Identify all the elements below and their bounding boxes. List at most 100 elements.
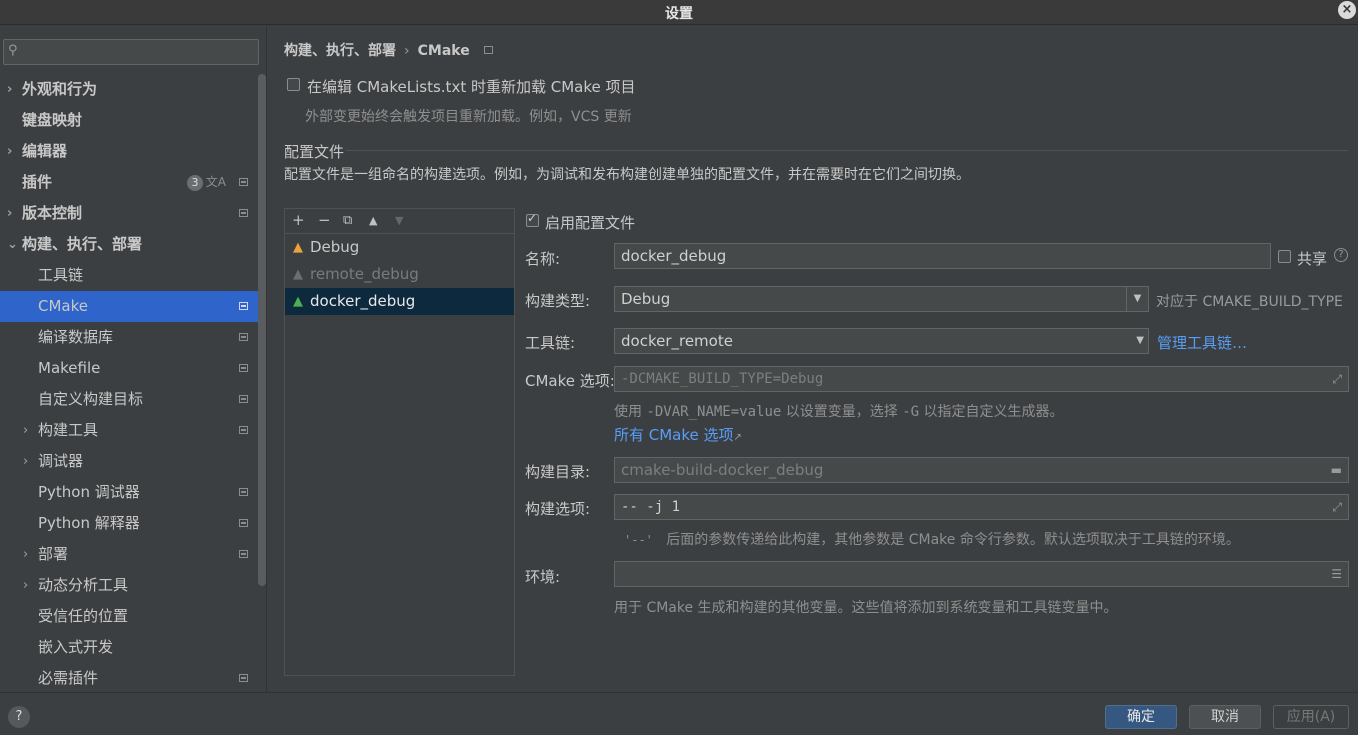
- environment-label: 环境:: [525, 568, 561, 586]
- updates-count-badge: 3: [187, 175, 203, 191]
- sidebar-item-compilation-db[interactable]: 编译数据库: [0, 322, 258, 353]
- sidebar-item-editor[interactable]: › 编辑器: [0, 136, 258, 167]
- build-options-field[interactable]: -- -j 1 ⤢: [614, 494, 1349, 520]
- environment-field[interactable]: ☰: [614, 561, 1349, 587]
- chevron-right-icon[interactable]: ›: [7, 74, 12, 105]
- hint-text: 使用: [614, 404, 642, 420]
- name-field[interactable]: docker_debug: [614, 243, 1271, 269]
- sidebar-item-label: 部署: [38, 545, 69, 563]
- reload-on-edit-checkbox[interactable]: [287, 78, 300, 91]
- sidebar-item-python-debugger[interactable]: Python 调试器: [0, 477, 258, 508]
- sidebar-item-label: 编辑器: [22, 142, 68, 160]
- search-input[interactable]: ⚲: [3, 39, 259, 65]
- sidebar-item-label: 外观和行为: [22, 80, 98, 98]
- build-type-label: 构建类型:: [525, 292, 591, 310]
- sidebar-item-cmake[interactable]: CMake: [0, 291, 258, 322]
- settings-sidebar: ⚲ › 外观和行为 键盘映射 › 编辑器 插件 3 文A › 版本控制 ⌄ 构建…: [0, 26, 267, 692]
- profile-name: Debug: [310, 238, 360, 256]
- sidebar-item-python-interpreter[interactable]: Python 解释器: [0, 508, 258, 539]
- sidebar-item-build[interactable]: ⌄ 构建、执行、部署: [0, 229, 258, 260]
- sidebar-item-build-tools[interactable]: › 构建工具: [0, 415, 258, 446]
- profile-name: docker_debug: [310, 292, 416, 310]
- breadcrumb-separator: ›: [404, 43, 410, 59]
- link-text: 所有 CMake 选项: [614, 426, 734, 444]
- copy-icon[interactable]: ⧉: [343, 213, 352, 228]
- all-cmake-options-link[interactable]: 所有 CMake 选项↗: [614, 424, 742, 445]
- profile-item-debug[interactable]: ▲ Debug: [285, 234, 514, 261]
- chevron-down-icon[interactable]: ⌄: [7, 229, 18, 260]
- chevron-right-icon[interactable]: ›: [7, 198, 12, 229]
- manage-toolchains-link[interactable]: 管理工具链…: [1157, 332, 1247, 353]
- sidebar-item-embedded[interactable]: 嵌入式开发: [0, 632, 258, 663]
- profile-item-remote-debug[interactable]: ▲ remote_debug: [285, 261, 514, 288]
- expand-icon[interactable]: ⤢: [1332, 367, 1342, 391]
- build-dir-field[interactable]: cmake-build-docker_debug ▬: [614, 457, 1349, 483]
- add-icon[interactable]: +: [292, 211, 305, 229]
- chevron-right-icon[interactable]: ›: [7, 136, 12, 167]
- build-type-combo[interactable]: Debug ▼: [614, 286, 1149, 312]
- folder-icon[interactable]: ▬: [1331, 458, 1342, 482]
- sidebar-scrollbar[interactable]: [258, 74, 266, 586]
- apply-button[interactable]: 应用(A): [1273, 705, 1349, 729]
- breadcrumb-parent[interactable]: 构建、执行、部署: [284, 43, 396, 59]
- project-settings-icon: [239, 364, 248, 372]
- chevron-right-icon[interactable]: ›: [23, 415, 28, 446]
- profiles-section-title: 配置文件: [284, 143, 345, 161]
- sidebar-item-makefile[interactable]: Makefile: [0, 353, 258, 384]
- title-bar: 设置 ×: [0, 0, 1358, 25]
- sidebar-item-keymap[interactable]: 键盘映射: [0, 105, 258, 136]
- sidebar-item-trusted-locations[interactable]: 受信任的位置: [0, 601, 258, 632]
- toolchain-combo[interactable]: docker_remote ▼: [614, 328, 1149, 354]
- build-type-hint: 对应于 CMAKE_BUILD_TYPE: [1156, 291, 1343, 311]
- sidebar-item-label: 调试器: [38, 452, 84, 470]
- share-label: 共享: [1297, 250, 1328, 268]
- cmake-options-hint: 使用 -DVAR_NAME=value 以设置变量，选择 -G 以指定自定义生成…: [614, 401, 1064, 421]
- help-icon[interactable]: ?: [8, 706, 30, 728]
- external-link-icon: ↗: [733, 432, 742, 443]
- close-icon[interactable]: ×: [1338, 1, 1356, 19]
- project-settings-icon: [239, 674, 248, 682]
- sidebar-item-label: 嵌入式开发: [38, 638, 114, 656]
- project-settings-icon: [483, 46, 493, 54]
- project-settings-icon: [239, 519, 248, 527]
- chevron-down-icon[interactable]: ▼: [1126, 287, 1148, 311]
- sidebar-item-label: 键盘映射: [22, 111, 83, 129]
- cmake-icon: ▲: [293, 267, 303, 282]
- sidebar-item-custom-targets[interactable]: 自定义构建目标: [0, 384, 258, 415]
- chevron-right-icon[interactable]: ›: [23, 446, 28, 477]
- sidebar-item-toolchains[interactable]: 工具链: [0, 260, 258, 291]
- profile-item-docker-debug[interactable]: ▲ docker_debug: [285, 288, 514, 315]
- sidebar-item-label: 受信任的位置: [38, 607, 129, 625]
- search-icon: ⚲: [8, 43, 18, 58]
- chevron-right-icon[interactable]: ›: [23, 570, 28, 601]
- sidebar-item-plugins[interactable]: 插件 3 文A: [0, 167, 258, 198]
- sidebar-item-appearance[interactable]: › 外观和行为: [0, 74, 258, 105]
- share-checkbox[interactable]: [1278, 250, 1291, 263]
- chevron-down-icon[interactable]: ▼: [1136, 329, 1144, 353]
- sidebar-item-label: Makefile: [38, 359, 101, 377]
- hint-code: -G: [902, 404, 920, 420]
- move-down-icon[interactable]: ▼: [395, 214, 403, 227]
- sidebar-item-required-plugins[interactable]: 必需插件: [0, 663, 258, 694]
- sidebar-item-label: 必需插件: [38, 669, 99, 687]
- chevron-right-icon[interactable]: ›: [23, 539, 28, 570]
- remove-icon[interactable]: −: [318, 211, 331, 229]
- help-icon[interactable]: ?: [1334, 248, 1348, 262]
- cmake-options-field[interactable]: -DCMAKE_BUILD_TYPE=Debug ⤢: [614, 366, 1349, 392]
- cancel-button[interactable]: 取消: [1189, 705, 1261, 729]
- enable-profile-checkbox[interactable]: [526, 211, 539, 227]
- sidebar-item-dynamic-analysis[interactable]: › 动态分析工具: [0, 570, 258, 601]
- cmake-settings-panel: 构建、执行、部署 › CMake 在编辑 CMakeLists.txt 时重新加载 …: [268, 26, 1358, 692]
- sidebar-item-vcs[interactable]: › 版本控制: [0, 198, 258, 229]
- build-dir-label: 构建目录:: [525, 463, 591, 481]
- edit-list-icon[interactable]: ☰: [1331, 562, 1342, 586]
- breadcrumb-current: CMake: [417, 43, 470, 59]
- sidebar-item-deployment[interactable]: › 部署: [0, 539, 258, 570]
- project-settings-icon: [239, 178, 248, 186]
- expand-icon[interactable]: ⤢: [1332, 495, 1342, 519]
- ok-button[interactable]: 确定: [1105, 705, 1177, 729]
- sidebar-item-debugger[interactable]: › 调试器: [0, 446, 258, 477]
- sidebar-item-label: 插件: [22, 173, 53, 191]
- enable-profile-label: 启用配置文件: [545, 214, 636, 232]
- move-up-icon[interactable]: ▲: [369, 214, 377, 227]
